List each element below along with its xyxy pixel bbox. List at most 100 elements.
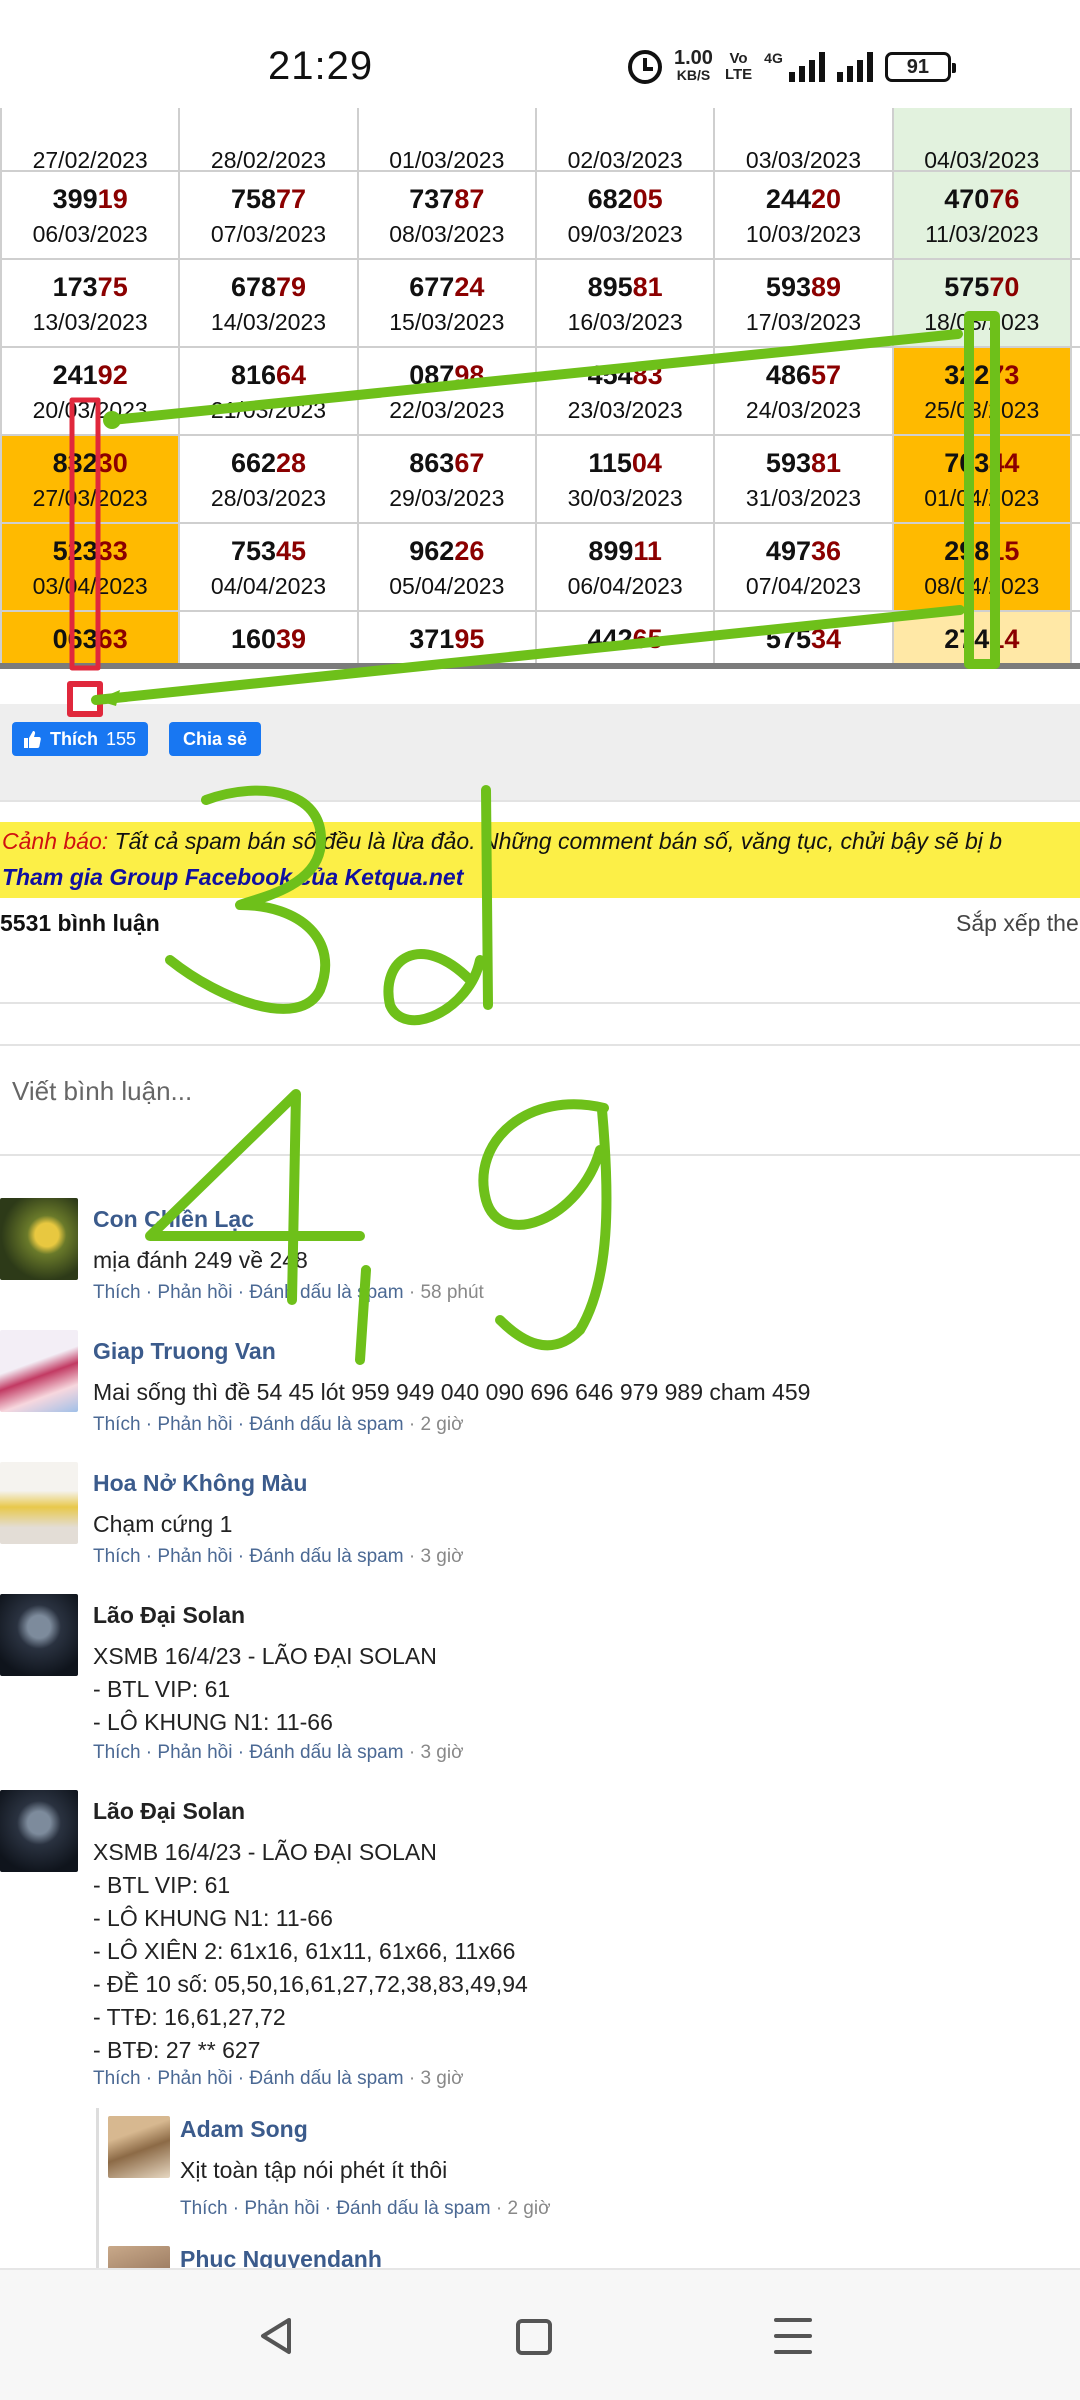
home-icon[interactable] (516, 2319, 552, 2355)
table-row: 39919 06/03/2023 75877 07/03/2023 73787 08/03… (0, 170, 1080, 260)
spam-link[interactable]: Đánh dấu là spam (249, 1742, 403, 1763)
result-cell: 24192 20/03/2023 (0, 346, 181, 436)
warning-label: Cảnh báo: (2, 828, 109, 854)
result-tail-digits: 15 (989, 536, 1020, 566)
result-number: 39919 (52, 184, 128, 214)
comment-time: 58 phút (420, 1282, 484, 1303)
comment-time: 3 giờ (420, 2068, 464, 2089)
spam-link[interactable]: Đánh dấu là spam (249, 2068, 403, 2089)
comment-author[interactable]: Hoa Nở Không Màu (93, 1470, 307, 1497)
comment-input[interactable] (12, 1076, 1012, 1107)
share-button[interactable]: Chia sẻ (169, 722, 262, 756)
result-tail-digits: 34 (810, 624, 842, 654)
result-number: 57570 (944, 272, 1020, 302)
result-tail-digits: 39 (276, 624, 307, 654)
result-date: 02/03/2023 (567, 147, 683, 173)
result-date: 01/04/2023 (924, 485, 1040, 511)
sort-dropdown[interactable]: Sắp xếp the (956, 910, 1079, 937)
comment-author[interactable]: Adam Song (180, 2116, 308, 2143)
comment-author[interactable]: Lão Đại Solan (93, 1798, 245, 1825)
reply-link[interactable]: Phản hồi (157, 2068, 232, 2089)
result-cell: 59389 17/03/2023 (713, 258, 894, 348)
avatar[interactable] (0, 1198, 78, 1280)
result-tail-digits: 67 (454, 448, 485, 478)
like-link[interactable]: Thích (93, 1414, 141, 1435)
like-link[interactable]: Thích (93, 1546, 141, 1567)
result-number: 17375 (52, 272, 128, 302)
comment-text: XSMB 16/4/23 - LÃO ĐẠI SOLAN - BTL VIP: … (93, 1839, 528, 2063)
avatar[interactable] (0, 1330, 78, 1412)
result-cell: 75345 04/04/2023 (178, 522, 359, 612)
reply-link[interactable]: Phản hồi (157, 1546, 232, 1567)
results-table-viewport[interactable]: 27/02/2023 28/02/2023 01/03/2023 02/03/2023… (0, 108, 1080, 666)
result-cell: 1603911/04/2023 (178, 610, 359, 666)
result-tail-digits: 77 (276, 184, 307, 214)
spam-link[interactable]: Đánh dấu là spam (249, 1546, 403, 1567)
avatar[interactable] (0, 1594, 78, 1676)
comment-text: Chạm cứng 1 (93, 1511, 233, 1537)
result-number: 49736 (765, 536, 842, 566)
like-link[interactable]: Thích (93, 2068, 141, 2089)
result-date: 03/03/2023 (745, 147, 862, 173)
spam-link[interactable]: Đánh dấu là spam (336, 2198, 490, 2219)
comment-author[interactable]: Lão Đại Solan (93, 1602, 245, 1629)
result-date: 01/03/2023 (389, 147, 505, 173)
result-number: 57534 (765, 624, 842, 654)
back-icon[interactable] (257, 2316, 297, 2356)
result-date: 30/03/2023 (567, 485, 683, 511)
reply-link[interactable]: Phản hồi (244, 2198, 319, 2219)
comment-author[interactable]: Giap Truong Van (93, 1338, 276, 1365)
thumbs-up-icon (24, 731, 41, 748)
avatar[interactable] (0, 1462, 78, 1544)
result-date: 27/02/2023 (32, 147, 148, 173)
reply-link[interactable]: Phản hồi (157, 1282, 232, 1303)
result-number: 29815 (944, 536, 1020, 566)
result-tail-digits: 63 (97, 624, 128, 654)
comment-time: 2 giờ (420, 1414, 464, 1435)
result-number: 96226 (409, 536, 485, 566)
result-cell: 67724 15/03/2023 (356, 258, 537, 348)
comment-text: Mai sống thì đề 54 45 lót 959 949 040 09… (93, 1379, 811, 1405)
result-tail-digits: 36 (810, 536, 842, 566)
like-link[interactable]: Thích (93, 1282, 141, 1303)
avatar[interactable] (108, 2246, 170, 2268)
result-tail-digits: 73 (989, 360, 1020, 390)
result-cell: 17375 13/03/2023 (0, 258, 181, 348)
comment-author[interactable]: Con Chiền Lạc (93, 1206, 254, 1233)
result-tail-digits: 33 (97, 536, 128, 566)
status-icons: 1.00 KB/S Vo LTE 4G 91 (628, 48, 956, 84)
result-cell: 47076 11/03/2023 (891, 170, 1072, 260)
reply-link[interactable]: Phản hồi (157, 1742, 232, 1763)
result-cell: 89911 06/04/2023 (534, 522, 716, 612)
avatar[interactable] (0, 1790, 78, 1872)
reply-link[interactable]: Phản hồi (157, 1414, 232, 1435)
result-date: 22/03/2023 (389, 397, 505, 423)
result-cell: 27/02/2023 (0, 108, 181, 173)
like-button[interactable]: Thích 155 (12, 722, 149, 756)
result-cell: 75877 07/03/2023 (178, 170, 359, 260)
result-date: 04/04/2023 (210, 573, 327, 599)
result-cell: 86367 29/03/2023 (356, 434, 537, 524)
comment-composer (0, 1044, 1080, 1156)
results-table: 27/02/2023 28/02/2023 01/03/2023 02/03/2023… (0, 108, 1080, 666)
result-tail-digits: 28 (276, 448, 307, 478)
result-number: 27414 (944, 624, 1020, 654)
result-number: 86367 (409, 448, 485, 478)
result-cell: 52333 03/04/2023 (0, 522, 181, 612)
comment-actions: Thích · Phản hồi · Đánh dấu là spam · 3 … (93, 1546, 464, 1567)
avatar[interactable] (108, 2116, 170, 2178)
facebook-group-link[interactable]: Tham gia Group Facebook của Ketqua.net (2, 864, 463, 891)
like-link[interactable]: Thích (93, 1742, 141, 1763)
result-cell: 29815 08/04/2023 (891, 522, 1072, 612)
spam-link[interactable]: Đánh dấu là spam (249, 1282, 403, 1303)
like-link[interactable]: Thích (180, 2198, 228, 2219)
result-cell: 5753414/04/2023 (713, 610, 894, 666)
result-number: 89911 (588, 536, 662, 566)
comment-text: Xịt toàn tập nói phét ít thôi (180, 2157, 448, 2183)
comment-author[interactable]: Phuc Nguyendanh (180, 2246, 382, 2268)
spam-link[interactable]: Đánh dấu là spam (249, 1414, 403, 1435)
table-edge (1069, 522, 1080, 612)
menu-icon[interactable] (774, 2318, 812, 2354)
table-row: 24192 20/03/2023 81664 21/03/2023 08798 22/03… (0, 346, 1080, 436)
result-cell: 03/03/2023 (713, 108, 894, 173)
